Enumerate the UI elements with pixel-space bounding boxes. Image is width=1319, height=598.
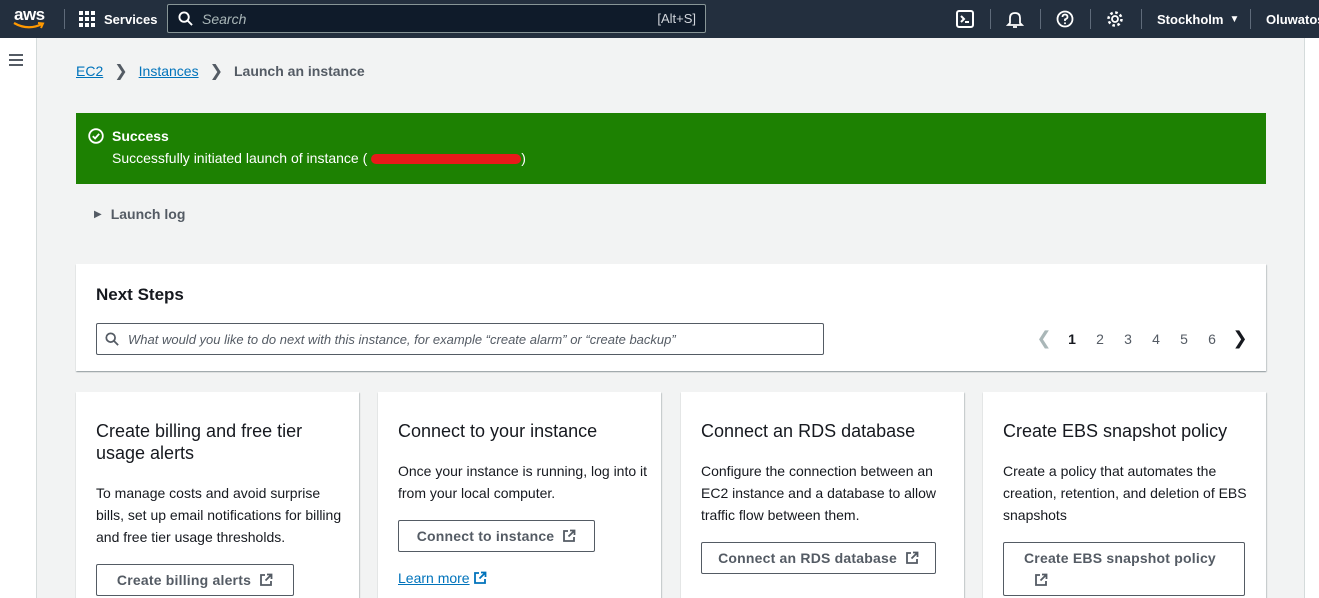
caret-down-icon: ▼ — [1229, 13, 1240, 25]
aws-logo[interactable]: aws — [12, 5, 48, 33]
search-shortcut: [Alt+S] — [657, 11, 696, 26]
card-ebs-snapshot-policy: Create EBS snapshot policy Create a poli… — [983, 392, 1266, 598]
create-billing-alerts-button[interactable]: Create billing alerts — [96, 564, 294, 596]
caret-right-icon: ▶ — [94, 208, 102, 220]
nav-divider — [1090, 9, 1091, 29]
card-connect-instance: Connect to your instance Once your insta… — [378, 392, 661, 598]
connect-to-instance-button[interactable]: Connect to instance — [398, 520, 595, 552]
flash-message-text: Successfully initiated launch of instanc… — [112, 150, 368, 166]
account-label: Oluwatos — [1266, 11, 1319, 27]
next-steps-title: Next Steps — [96, 285, 184, 304]
chevron-right-icon: ❯ — [209, 63, 223, 80]
flash-message-closing: ) — [521, 150, 526, 166]
breadcrumb-current: Launch an instance — [233, 63, 365, 79]
learn-more-link[interactable]: Learn more — [398, 570, 487, 586]
account-menu[interactable]: Oluwatos — [1266, 0, 1319, 38]
chevron-right-icon: ❯ — [114, 63, 128, 80]
grid-icon — [79, 11, 95, 27]
notifications-bell-icon[interactable] — [1005, 9, 1025, 29]
card-description: To manage costs and avoid surprise bills… — [96, 485, 342, 545]
card-title: Connect an RDS database — [701, 421, 916, 441]
next-steps-search-input[interactable]: What would you like to do next with this… — [96, 323, 824, 355]
external-link-icon — [906, 551, 919, 564]
page-1[interactable]: 1 — [1058, 331, 1086, 347]
search-icon — [178, 11, 193, 26]
create-ebs-snapshot-policy-button[interactable]: Create EBS snapshot policy — [1003, 542, 1245, 596]
flash-message: Successfully initiated launch of instanc… — [112, 150, 526, 166]
breadcrumb-ec2-link[interactable]: EC2 — [76, 63, 103, 79]
global-search-input[interactable]: Search [Alt+S] — [167, 4, 706, 33]
next-page-icon[interactable]: ❯ — [1226, 328, 1254, 349]
tools-panel-rail — [1304, 38, 1319, 598]
button-label: Create billing alerts — [116, 572, 252, 588]
page-3[interactable]: 3 — [1114, 331, 1142, 347]
card-description: Configure the connection between an EC2 … — [701, 463, 937, 523]
nav-divider — [1141, 9, 1142, 29]
button-label: Connect an RDS database — [718, 550, 897, 566]
top-navigation: aws Services Search [Alt+S] Stockholm ▼ — [0, 0, 1319, 38]
nav-divider — [1250, 9, 1251, 29]
card-connect-rds: Connect an RDS database Configure the co… — [681, 392, 964, 598]
external-link-icon — [563, 529, 576, 542]
external-link-icon — [473, 571, 486, 584]
card-title: Create billing and free tier usage alert… — [96, 421, 303, 463]
breadcrumb: EC2 ❯ Instances ❯ Launch an instance — [76, 61, 365, 81]
services-label: Services — [104, 11, 158, 27]
nav-divider — [990, 9, 991, 29]
connect-rds-database-button[interactable]: Connect an RDS database — [701, 542, 936, 574]
previous-page-icon[interactable]: ❮ — [1030, 328, 1058, 349]
success-flash-banner: Success Successfully initiated launch of… — [76, 113, 1266, 184]
card-billing-alerts: Create billing and free tier usage alert… — [76, 392, 359, 598]
button-label: Connect to instance — [416, 528, 555, 544]
services-menu-button[interactable]: Services — [79, 0, 158, 38]
launch-log-expander[interactable]: ▶ Launch log — [94, 206, 185, 222]
button-label: Create EBS snapshot policy — [1024, 550, 1216, 566]
breadcrumb-instances-link[interactable]: Instances — [139, 63, 199, 79]
region-label: Stockholm — [1157, 11, 1224, 27]
flash-title: Success — [112, 128, 169, 144]
nav-divider — [1040, 9, 1041, 29]
nav-divider — [64, 9, 65, 29]
aws-smile-icon — [13, 22, 45, 29]
external-link-icon — [1035, 573, 1048, 586]
page-4[interactable]: 4 — [1142, 331, 1170, 347]
external-link-icon — [260, 573, 273, 586]
launch-log-label: Launch log — [110, 206, 186, 222]
side-navigation-rail — [0, 38, 37, 598]
settings-gear-icon[interactable] — [1105, 9, 1125, 29]
card-title: Create EBS snapshot policy — [1003, 421, 1228, 441]
region-selector[interactable]: Stockholm ▼ — [1157, 0, 1239, 38]
next-steps-panel: Next Steps What would you like to do nex… — [76, 264, 1266, 371]
search-placeholder: Search — [202, 10, 247, 27]
next-steps-search-placeholder: What would you like to do next with this… — [128, 331, 676, 347]
cloudshell-icon[interactable] — [955, 9, 975, 29]
hamburger-menu-icon[interactable] — [9, 54, 23, 66]
redacted-instance-id[interactable] — [371, 154, 522, 165]
page-6[interactable]: 6 — [1198, 331, 1226, 347]
card-description: Create a policy that automates the creat… — [1003, 463, 1247, 523]
pagination: ❮ 1 2 3 4 5 6 ❯ — [1030, 328, 1254, 349]
page-2[interactable]: 2 — [1086, 331, 1114, 347]
page-5[interactable]: 5 — [1170, 331, 1198, 347]
success-check-icon — [88, 128, 104, 144]
search-icon — [105, 332, 119, 346]
help-icon[interactable] — [1055, 9, 1075, 29]
card-title: Connect to your instance — [398, 421, 598, 441]
link-label: Learn more — [398, 570, 470, 586]
card-description: Once your instance is running, log into … — [398, 463, 648, 501]
